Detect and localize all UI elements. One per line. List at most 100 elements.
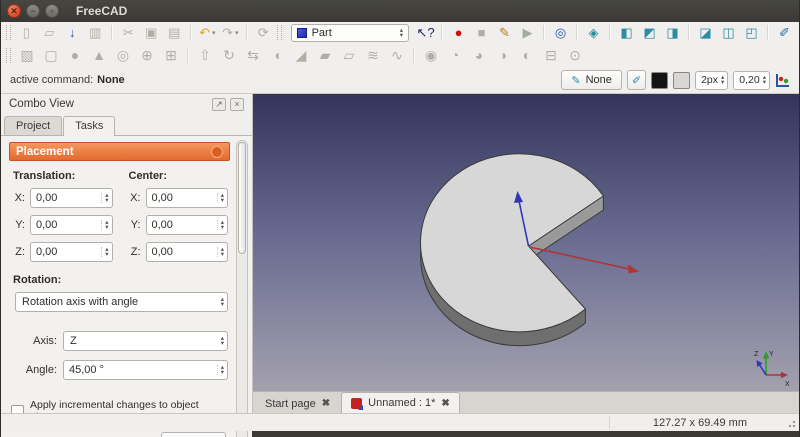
spin-arrows-icon[interactable]: ▴▾	[721, 75, 724, 85]
macro-stop-icon[interactable]: ■	[470, 24, 493, 42]
pen-icon: ✐	[632, 74, 641, 87]
view-fit-all-icon[interactable]: ◎	[549, 24, 572, 42]
measure-icon[interactable]: ✐	[773, 24, 796, 42]
spin-arrows-icon[interactable]: ▴▾	[763, 75, 766, 85]
tab-unnamed-document[interactable]: Unnamed : 1*✖	[341, 392, 460, 413]
revolve-icon[interactable]: ↻	[217, 45, 241, 65]
draw-style-none-button[interactable]: ✎ None	[561, 70, 622, 90]
line-color-swatch[interactable]	[651, 72, 668, 89]
toolbar-drag-handle[interactable]	[6, 48, 11, 63]
part-box-icon[interactable]: ▧	[15, 45, 39, 65]
tasks-panel: Placement Translation: X:0,00▴▾Y:0,00▴▾Z…	[1, 135, 252, 437]
translation-x-field[interactable]: 0,00▴▾	[30, 188, 113, 208]
center-y-field[interactable]: 0,00▴▾	[146, 215, 229, 235]
whats-this-icon[interactable]: ↖?	[414, 24, 437, 42]
part-sphere-icon[interactable]: ●	[63, 45, 87, 65]
cut-icon[interactable]: ✂	[117, 24, 140, 42]
toolbar-standard: ▯▱↓▥ ✂▣▤ ↶▾↷▾ ⟳ Part ▴▾ ↖? ●■✎▶ ◎ ◈ ◧◩◨ ◪◫◰ ✐	[1, 22, 799, 43]
make-face-icon[interactable]: ▰	[313, 45, 337, 65]
view-front-icon[interactable]: ◧	[615, 24, 638, 42]
window-close-button[interactable]: ✕	[7, 4, 21, 18]
part-primitives-icon[interactable]: ⊕	[135, 45, 159, 65]
transparency-spinbox[interactable]: 0,20 ▴▾	[733, 71, 770, 90]
cross-sections-icon[interactable]: ⊟	[539, 45, 563, 65]
ruled-surface-icon[interactable]: ▱	[337, 45, 361, 65]
print-icon[interactable]: ▥	[84, 24, 107, 42]
paste-icon[interactable]: ▤	[163, 24, 186, 42]
part-torus-icon[interactable]: ◎	[111, 45, 135, 65]
view-left-icon[interactable]: ◰	[740, 24, 763, 42]
macro-play-icon[interactable]: ▶	[516, 24, 539, 42]
3d-viewport[interactable]: Z Y X	[253, 94, 799, 391]
loft-icon[interactable]: ≋	[361, 45, 385, 65]
command-bar: active command: None ✎ None ✐ 2px ▴▾ 0,2…	[1, 67, 799, 94]
appearance-bar: ✎ None ✐ 2px ▴▾ 0,20 ▴▾	[561, 70, 790, 90]
macro-record-icon[interactable]: ●	[447, 24, 470, 42]
color-plot-icon[interactable]	[775, 73, 790, 88]
placement-section-header[interactable]: Placement	[9, 142, 230, 161]
window-minimize-button[interactable]: −	[26, 4, 40, 18]
copy-icon[interactable]: ▣	[140, 24, 163, 42]
placement-help-icon[interactable]	[211, 146, 223, 158]
panel-close-icon[interactable]: ×	[230, 98, 244, 111]
tasks-scrollbar[interactable]	[236, 140, 248, 437]
rotation-mode-select[interactable]: Rotation axis with angle ▴▾	[15, 292, 228, 312]
combo-view-title: Combo View	[9, 98, 74, 110]
draw-style-dropdown-button[interactable]: ✐	[627, 70, 646, 90]
line-width-spinbox[interactable]: 2px ▴▾	[695, 71, 728, 90]
translation-y-field[interactable]: 0,00▴▾	[30, 215, 113, 235]
extrude-icon[interactable]: ⇧	[193, 45, 217, 65]
resize-grip[interactable]	[785, 417, 797, 429]
toolbar-separator	[688, 25, 690, 40]
sweep-icon[interactable]: ∿	[385, 45, 409, 65]
combo-view-panel: Combo View ↗ × ProjectTasks Placement Tr…	[1, 94, 253, 413]
window-maximize-button[interactable]: ▫	[45, 4, 59, 18]
toolbar-separator	[441, 25, 443, 40]
offset-icon[interactable]: ⊙	[563, 45, 587, 65]
boolean-common-icon[interactable]: ◑	[491, 45, 515, 65]
reset-button[interactable]: Reset	[161, 432, 226, 437]
refresh-icon[interactable]: ⟳	[252, 24, 275, 42]
freecad-window: ✕ − ▫ FreeCAD ▯▱↓▥✂▣▤↶▾↷▾⟳ Part ▴▾ ↖?●■✎…	[0, 0, 800, 437]
shape-builder-icon[interactable]: ⊞	[159, 45, 183, 65]
toolbar-separator	[767, 25, 769, 40]
boolean-cut-icon[interactable]: ◔	[443, 45, 467, 65]
translation-z-field[interactable]: 0,00▴▾	[30, 242, 113, 262]
part-cylinder-icon[interactable]: ▢	[39, 45, 63, 65]
part-cone-icon[interactable]: ▲	[87, 45, 111, 65]
undo-icon[interactable]: ↶▾	[196, 24, 219, 42]
combo-view-header: Combo View ↗ ×	[1, 94, 252, 114]
tab-tasks[interactable]: Tasks	[63, 116, 115, 136]
boolean-union-icon[interactable]: ◕	[467, 45, 491, 65]
chamfer-icon[interactable]: ◢	[289, 45, 313, 65]
axis-select[interactable]: Z ▴▾	[63, 331, 228, 351]
workbench-selector[interactable]: Part ▴▾	[291, 24, 409, 42]
section-icon[interactable]: ◐	[515, 45, 539, 65]
open-file-icon[interactable]: ▱	[38, 24, 61, 42]
redo-icon[interactable]: ↷▾	[219, 24, 242, 42]
toolbar-drag-handle[interactable]	[6, 25, 11, 40]
center-x-field[interactable]: 0,00▴▾	[146, 188, 229, 208]
titlebar: ✕ − ▫ FreeCAD	[1, 0, 799, 22]
new-file-icon[interactable]: ▯	[15, 24, 38, 42]
scrollbar-thumb[interactable]	[238, 142, 246, 254]
panel-float-icon[interactable]: ↗	[212, 98, 226, 111]
toolbar-part-tools: ▧▢●▲◎⊕⊞ ⇧↻⇆◖◢▰▱≋∿ ◉◔◕◑◐⊟⊙	[1, 43, 799, 67]
fillet-icon[interactable]: ◖	[265, 45, 289, 65]
tab-project[interactable]: Project	[4, 116, 62, 135]
center-z-field[interactable]: 0,00▴▾	[146, 242, 229, 262]
view-axonometric-icon[interactable]: ◈	[582, 24, 605, 42]
view-right-icon[interactable]: ◨	[661, 24, 684, 42]
boolean-icon[interactable]: ◉	[419, 45, 443, 65]
face-color-swatch[interactable]	[673, 72, 690, 89]
view-top-icon[interactable]: ◩	[638, 24, 661, 42]
toolbar-drag-handle[interactable]	[277, 25, 282, 40]
view-rear-icon[interactable]: ◪	[694, 24, 717, 42]
tab-start-page[interactable]: Start page✖	[256, 394, 339, 413]
macro-edit-icon[interactable]: ✎	[493, 24, 516, 42]
angle-field[interactable]: 45,00 ° ▴▾	[63, 360, 228, 380]
view-bottom-icon[interactable]: ◫	[717, 24, 740, 42]
mirror-icon[interactable]: ⇆	[241, 45, 265, 65]
save-file-icon[interactable]: ↓	[61, 24, 84, 42]
freecad-doc-icon	[351, 398, 362, 409]
